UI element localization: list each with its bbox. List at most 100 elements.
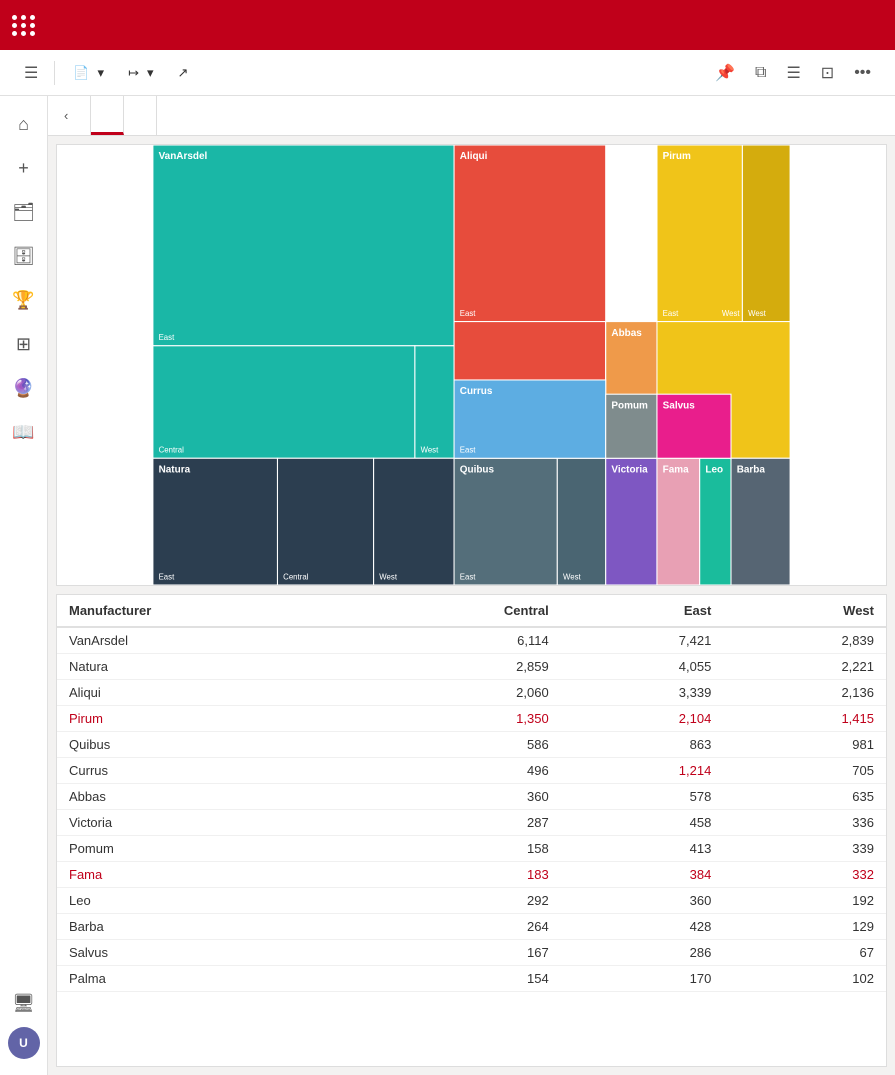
svg-text:West: West (748, 309, 767, 318)
back-to-report[interactable]: ‹ (48, 96, 91, 135)
col-west: West (723, 595, 886, 627)
table-row: Salvus16728667 (57, 940, 886, 966)
cell-east: 170 (561, 966, 724, 992)
sidebar-item-home[interactable]: ⌂ (4, 104, 44, 144)
cell-central: 2,060 (363, 680, 561, 706)
table-row: Pirum1,3502,1041,415 (57, 706, 886, 732)
app-grid-icon[interactable] (12, 15, 36, 36)
cell-west: 705 (723, 758, 886, 784)
cell-west: 635 (723, 784, 886, 810)
table-row: VanArsdel6,1147,4212,839 (57, 627, 886, 654)
table-row: Palma154170102 (57, 966, 886, 992)
table-row: Victoria287458336 (57, 810, 886, 836)
cell-west: 67 (723, 940, 886, 966)
export-chevron: ▾ (147, 65, 154, 81)
cell-manufacturer: Fama (57, 862, 363, 888)
svg-text:Natura: Natura (159, 465, 191, 476)
cell-manufacturer: VanArsdel (57, 627, 363, 654)
tab-by-manufacturer[interactable] (124, 96, 157, 135)
svg-text:East: East (159, 572, 175, 581)
cell-manufacturer: Currus (57, 758, 363, 784)
manufacturer-table: Manufacturer Central East West VanArsdel… (57, 595, 886, 992)
cell-east: 413 (561, 836, 724, 862)
cell-west: 339 (723, 836, 886, 862)
cell-east: 2,104 (561, 706, 724, 732)
tab-bar: ‹ (48, 96, 895, 136)
sidebar-item-learn[interactable]: 🔮 (4, 368, 44, 408)
top-bar (0, 0, 895, 50)
cell-manufacturer: Quibus (57, 732, 363, 758)
last-refresh (863, 96, 895, 135)
file-icon: 📄 (73, 65, 89, 81)
cell-east: 1,214 (561, 758, 724, 784)
user-avatar[interactable]: U (8, 1027, 40, 1059)
cell-west: 981 (723, 732, 886, 758)
cell-west: 1,415 (723, 706, 886, 732)
cell-west: 2,839 (723, 627, 886, 654)
cell-central: 586 (363, 732, 561, 758)
data-table-container: Manufacturer Central East West VanArsdel… (56, 594, 887, 1067)
treemap-container[interactable]: VanArsdelEastCentralWestNaturaEastCentra… (57, 145, 886, 585)
menu-button[interactable]: ☰ (16, 58, 46, 88)
svg-text:West: West (722, 309, 741, 318)
svg-text:Pirum: Pirum (663, 151, 691, 162)
sidebar-item-goals[interactable]: 🏆 (4, 280, 44, 320)
cell-manufacturer: Victoria (57, 810, 363, 836)
cell-west: 2,136 (723, 680, 886, 706)
cell-manufacturer: Barba (57, 914, 363, 940)
svg-text:Barba: Barba (737, 465, 766, 476)
sidebar-item-book[interactable]: 📖 (4, 412, 44, 452)
more-menu[interactable] (206, 68, 226, 78)
svg-text:VanArsdel: VanArsdel (159, 151, 208, 162)
svg-text:East: East (460, 446, 476, 455)
cell-central: 1,350 (363, 706, 561, 732)
overflow-icon[interactable]: ••• (846, 59, 879, 87)
sidebar-item-apps[interactable]: ⊞ (4, 324, 44, 364)
table-row: Natura2,8594,0552,221 (57, 654, 886, 680)
svg-text:Leo: Leo (705, 465, 723, 476)
cell-manufacturer: Palma (57, 966, 363, 992)
table-row: Currus4961,214705 (57, 758, 886, 784)
svg-text:Pomum: Pomum (611, 400, 648, 411)
cell-central: 292 (363, 888, 561, 914)
main-content: ‹ VanArsdelEastCentralWestNaturaEastCent… (48, 96, 895, 1075)
tab-total-units[interactable] (91, 96, 124, 135)
export-menu[interactable]: ↦ ▾ (118, 60, 163, 86)
sidebar-bottom: 🖥 U (4, 983, 44, 1075)
sidebar-item-data[interactable]: 🗄 (4, 236, 44, 276)
share-menu[interactable]: ↗ (168, 60, 203, 86)
sidebar: ⌂ + 🗂 🗄 🏆 ⊞ 🔮 📖 🖥 U (0, 96, 48, 1075)
cell-east: 578 (561, 784, 724, 810)
table-row: Pomum158413339 (57, 836, 886, 862)
cell-central: 183 (363, 862, 561, 888)
sidebar-item-create[interactable]: + (4, 148, 44, 188)
cell-east: 4,055 (561, 654, 724, 680)
cell-west: 129 (723, 914, 886, 940)
sidebar-item-monitor[interactable]: 🖥 (4, 983, 44, 1023)
table-row: Abbas360578635 (57, 784, 886, 810)
cell-central: 2,859 (363, 654, 561, 680)
svg-text:Currus: Currus (460, 386, 493, 397)
file-menu[interactable]: 📄 ▾ (63, 60, 114, 86)
svg-text:Aliqui: Aliqui (460, 151, 488, 162)
svg-text:Central: Central (283, 572, 308, 581)
cell-manufacturer: Natura (57, 654, 363, 680)
svg-text:West: West (421, 446, 440, 455)
cell-central: 167 (363, 940, 561, 966)
focus-icon[interactable]: ⊡ (813, 58, 842, 88)
cell-east: 863 (561, 732, 724, 758)
sidebar-item-browse[interactable]: 🗂 (4, 192, 44, 232)
cell-central: 154 (363, 966, 561, 992)
cell-west: 192 (723, 888, 886, 914)
svg-text:East: East (663, 309, 679, 318)
cell-manufacturer: Salvus (57, 940, 363, 966)
col-manufacturer: Manufacturer (57, 595, 363, 627)
cell-manufacturer: Leo (57, 888, 363, 914)
pin-icon[interactable]: 📌 (707, 58, 743, 88)
copy-icon[interactable]: ⧉ (747, 59, 774, 87)
cell-east: 458 (561, 810, 724, 836)
filter-icon[interactable]: ☰ (778, 58, 808, 88)
cell-east: 7,421 (561, 627, 724, 654)
back-chevron-icon: ‹ (64, 108, 68, 123)
svg-text:West: West (379, 572, 398, 581)
